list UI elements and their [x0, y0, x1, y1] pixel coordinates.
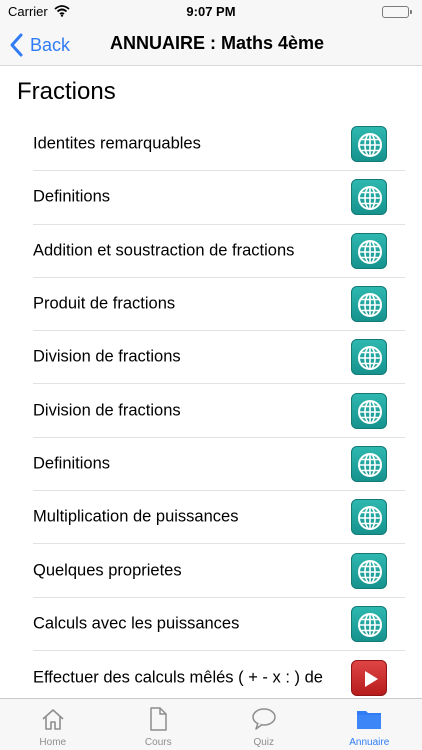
globe-icon[interactable]	[351, 552, 387, 589]
back-label: Back	[30, 34, 71, 55]
globe-icon[interactable]	[351, 445, 387, 482]
tab-annuaire[interactable]: Annuaire	[317, 699, 422, 750]
list-item-label: Division de fractions	[33, 347, 181, 366]
status-bar: Carrier 9:07 PM	[0, 0, 422, 24]
list-item[interactable]: Definitions	[33, 171, 405, 225]
list-item[interactable]: Calculs avec les puissances	[33, 598, 405, 651]
folder-icon	[357, 711, 382, 729]
chevron-left-icon	[10, 33, 23, 57]
page-title: ANNUAIRE : Maths 4ème	[110, 33, 325, 53]
tab-label: Quiz	[253, 737, 275, 748]
globe-icon[interactable]	[351, 232, 387, 269]
content-list[interactable]: Fractions Identites remarquables Definit…	[0, 66, 422, 698]
tab-label: Home	[39, 737, 67, 748]
globe-icon[interactable]	[351, 339, 387, 376]
list-item[interactable]: Definitions	[33, 438, 405, 492]
globe-icon[interactable]	[351, 392, 387, 429]
list-item-label: Quelques proprietes	[33, 561, 182, 580]
list-item-label: Definitions	[33, 187, 111, 206]
home-icon	[42, 709, 64, 730]
list-item-label: Effectuer des calculs mêlés ( + - x : ) …	[33, 668, 323, 687]
tab-cours[interactable]: Cours	[106, 699, 212, 750]
list-item-label: Addition et soustraction de fractions	[33, 241, 295, 260]
list-item-label: Definitions	[33, 454, 111, 473]
list-item[interactable]: Division de fractions	[33, 384, 405, 438]
battery-icon	[382, 5, 414, 19]
document-icon	[150, 707, 167, 731]
globe-icon[interactable]	[351, 605, 387, 642]
list-item[interactable]: Multiplication de puissances	[33, 491, 405, 545]
list-item-label: Calculs avec les puissances	[33, 614, 240, 633]
tab-quiz[interactable]: Quiz	[211, 699, 317, 750]
list-item[interactable]: Division de fractions	[33, 331, 405, 385]
list-item[interactable]: Identites remarquables	[33, 118, 405, 172]
section-title: Fractions	[17, 78, 116, 105]
globe-icon[interactable]	[351, 499, 387, 536]
tab-bar: Home Cours Quiz Annuaire	[0, 698, 422, 750]
list-item-label: Identites remarquables	[33, 134, 201, 153]
tab-home[interactable]: Home	[0, 699, 106, 750]
list-item-label: Division de fractions	[33, 401, 181, 420]
speech-bubble-icon	[252, 708, 276, 730]
navigation-bar: Back ANNUAIRE : Maths 4ème	[0, 24, 422, 66]
play-icon[interactable]	[351, 659, 387, 696]
list-item[interactable]: Quelques proprietes	[33, 544, 405, 598]
list-item[interactable]: Produit de fractions	[33, 278, 405, 332]
tab-label: Annuaire	[349, 737, 390, 748]
globe-icon[interactable]	[351, 179, 387, 216]
list-item-label: Multiplication de puissances	[33, 507, 239, 526]
globe-icon[interactable]	[351, 126, 387, 163]
list-item[interactable]: Effectuer des calculs mêlés ( + - x : ) …	[33, 651, 405, 698]
back-button[interactable]: Back	[8, 31, 70, 59]
globe-icon[interactable]	[351, 286, 387, 323]
clock: 9:07 PM	[186, 4, 236, 19]
item-list: Identites remarquables Definitions Addit…	[0, 118, 422, 698]
list-item-label: Produit de fractions	[33, 294, 176, 313]
tab-label: Cours	[144, 737, 172, 748]
list-item[interactable]: Addition et soustraction de fractions	[33, 225, 405, 278]
